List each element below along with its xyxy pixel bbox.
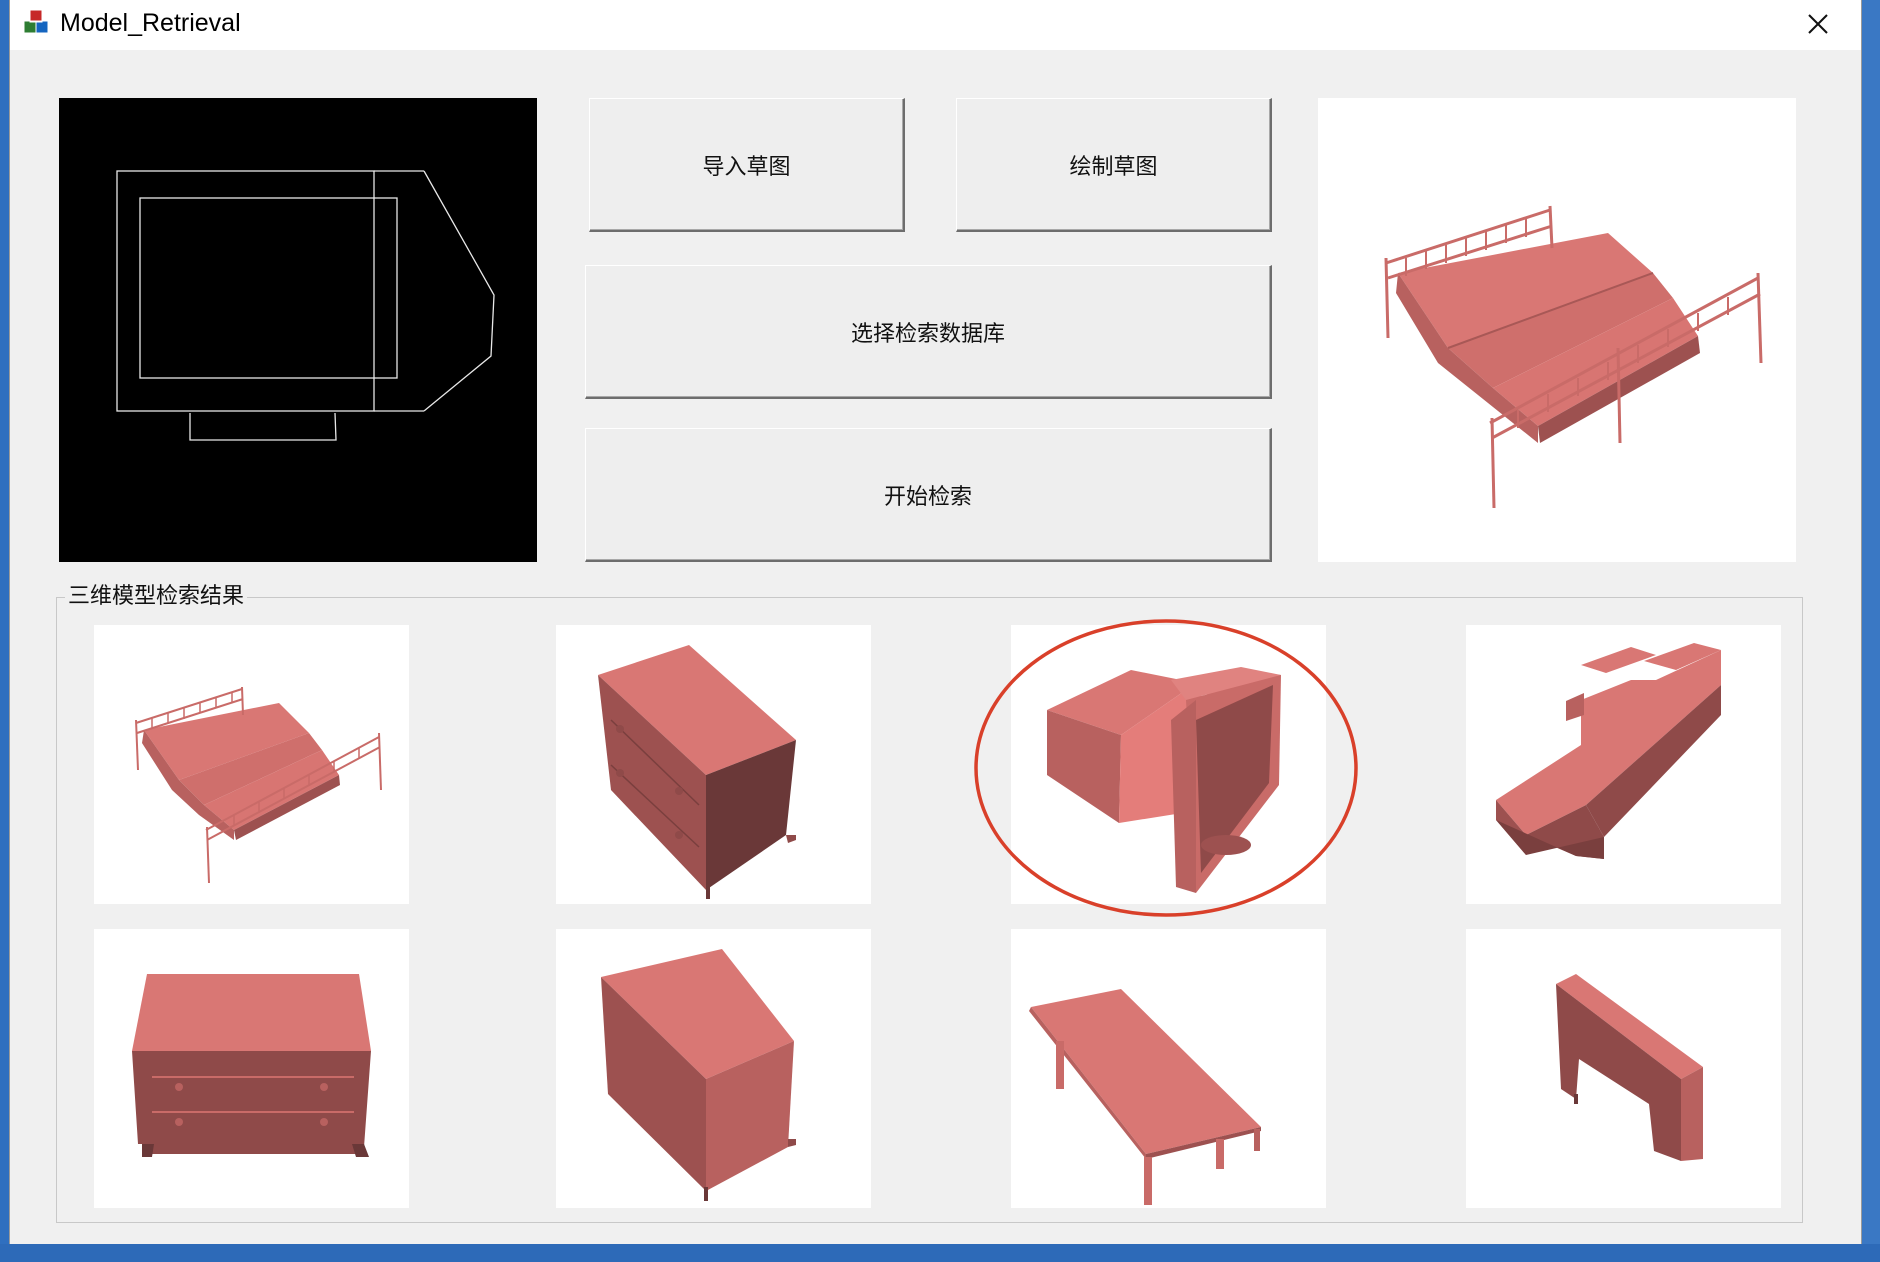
desktop-background: [0, 0, 9, 1262]
result-thumbnail-desk[interactable]: [1466, 929, 1781, 1208]
taskbar-strip: [0, 1244, 1880, 1262]
select-database-button[interactable]: 选择检索数据库: [585, 265, 1272, 399]
app-window: Model_Retrieval 导入草图 绘制草图 选择检索数据库 开始检索 三…: [9, 0, 1862, 1244]
result-thumbnail-cabinet[interactable]: [556, 929, 871, 1208]
start-retrieval-button[interactable]: 开始检索: [585, 428, 1272, 562]
close-icon: [1808, 14, 1828, 34]
result-thumbnail-dresser[interactable]: [94, 929, 409, 1208]
close-button[interactable]: [1789, 4, 1847, 44]
model-preview: [1318, 98, 1796, 562]
result-thumbnail-table[interactable]: [1011, 929, 1326, 1208]
result-thumbnail-sofa[interactable]: [1466, 625, 1781, 904]
results-group-label: 三维模型检索结果: [65, 582, 248, 612]
draw-sketch-button[interactable]: 绘制草图: [956, 98, 1272, 232]
window-title: Model_Retrieval: [60, 9, 241, 37]
monitor-sketch-drawing: [116, 170, 495, 441]
result-thumbnail-bed[interactable]: [94, 625, 409, 904]
title-bar: Model_Retrieval: [10, 0, 1861, 50]
sketch-canvas[interactable]: [59, 98, 537, 562]
result-thumbnail-monitor[interactable]: [1011, 625, 1326, 904]
import-sketch-button[interactable]: 导入草图: [589, 98, 905, 232]
bed-model-preview: [1384, 205, 1763, 509]
app-cubes-icon: [23, 9, 49, 34]
result-thumbnail-nightstand[interactable]: [556, 625, 871, 904]
